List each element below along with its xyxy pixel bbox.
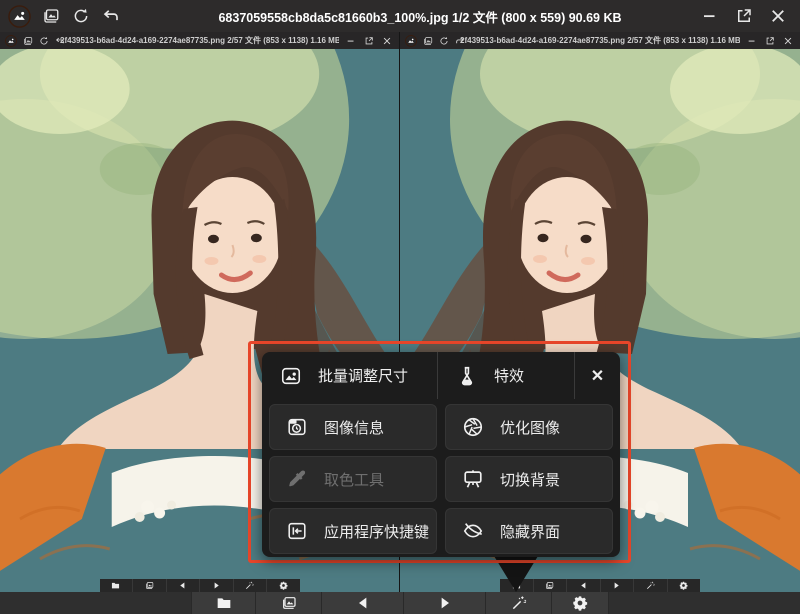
menu-item-label: 应用程序快捷键 — [324, 521, 429, 542]
open-folder-icon[interactable] — [100, 579, 134, 592]
menu-item-toggle-background[interactable]: 切换背景 — [445, 456, 613, 502]
browse-images-icon[interactable] — [133, 579, 167, 592]
menu-item-label: 隐藏界面 — [500, 521, 560, 542]
app-window: 6837059558cb8da5c81660b3_100%.jpg 1/2 文件… — [0, 0, 800, 614]
pane-right-title: 2f439513-b6ad-4d24-a169-2274ae87735.png … — [460, 35, 740, 46]
menu-item-optimize-image[interactable]: 优化图像 — [445, 404, 613, 450]
previous-image-button[interactable] — [321, 592, 403, 614]
previous-image-icon — [355, 595, 371, 611]
popup-header-row: 批量调整尺寸 特效 ✕ — [262, 352, 620, 399]
refresh-icon[interactable] — [38, 35, 49, 46]
next-image-icon[interactable] — [601, 579, 635, 592]
magic-wand-button[interactable] — [485, 592, 551, 614]
popout-icon[interactable] — [363, 35, 374, 46]
browse-images-icon — [281, 595, 297, 611]
next-image-icon[interactable] — [200, 579, 234, 592]
menu-item-label: 特效 — [494, 365, 524, 386]
magic-wand-icon — [511, 595, 527, 611]
image-info-icon — [285, 415, 309, 439]
popout-icon[interactable] — [764, 35, 775, 46]
open-folder-icon — [216, 595, 232, 611]
popup-menu-grid: 图像信息 优化图像 取色工具 切换背景 应用程序快捷键 隐藏界面 — [262, 399, 620, 561]
pane-left-titlebar: 2f439513-b6ad-4d24-a169-2274ae87735.png … — [0, 32, 399, 49]
pane-right-titlebar: 2f439513-b6ad-4d24-a169-2274ae87735.png … — [400, 32, 800, 49]
pane-right-controls — [746, 35, 795, 46]
settings-gear-icon[interactable] — [267, 579, 300, 592]
close-icon[interactable] — [768, 6, 788, 26]
minimize-icon[interactable] — [746, 35, 757, 46]
magic-wand-icon[interactable] — [634, 579, 668, 592]
menu-item-image-info[interactable]: 图像信息 — [269, 404, 437, 450]
refresh-icon[interactable] — [71, 6, 91, 26]
undo-icon[interactable] — [101, 6, 121, 26]
window-controls — [700, 6, 792, 26]
minimize-icon[interactable] — [700, 6, 720, 26]
main-titlebar: 6837059558cb8da5c81660b3_100%.jpg 1/2 文件… — [0, 0, 800, 32]
settings-gear-icon[interactable] — [668, 579, 701, 592]
settings-button[interactable] — [551, 592, 609, 614]
gallery-icon[interactable] — [41, 6, 61, 26]
eye-off-icon — [461, 519, 485, 543]
browse-images-button[interactable] — [255, 592, 321, 614]
app-logo-icon — [8, 5, 31, 28]
previous-image-icon[interactable] — [567, 579, 601, 592]
popup-tail-pointer — [494, 556, 538, 592]
previous-image-icon[interactable] — [167, 579, 201, 592]
aperture-icon — [461, 415, 485, 439]
menu-item-app-shortcuts[interactable]: 应用程序快捷键 — [269, 508, 437, 554]
easel-icon — [461, 467, 485, 491]
menu-item-batch-resize[interactable]: 批量调整尺寸 — [262, 352, 438, 399]
main-toolbar — [0, 592, 800, 614]
gallery-icon[interactable] — [22, 35, 33, 46]
magic-wand-icon[interactable] — [234, 579, 268, 592]
app-logo-icon — [5, 35, 17, 47]
app-logo-icon — [405, 35, 417, 47]
settings-gear-icon — [572, 595, 588, 611]
shortcut-key-icon — [285, 519, 309, 543]
popup-close-button[interactable]: ✕ — [575, 352, 620, 399]
titlebar-left-icons — [8, 5, 121, 28]
next-image-button[interactable] — [403, 592, 485, 614]
menu-item-color-picker: 取色工具 — [269, 456, 437, 502]
open-folder-button[interactable] — [191, 592, 255, 614]
menu-item-label: 切换背景 — [500, 469, 560, 490]
popout-icon[interactable] — [734, 6, 754, 26]
menu-item-label: 取色工具 — [324, 469, 384, 490]
browse-images-icon[interactable] — [534, 579, 568, 592]
pane-left-controls — [345, 35, 394, 46]
refresh-icon[interactable] — [438, 35, 449, 46]
menu-item-label: 图像信息 — [324, 417, 384, 438]
pane-left-toolbar — [100, 579, 300, 592]
gallery-icon[interactable] — [422, 35, 433, 46]
menu-item-label: 优化图像 — [500, 417, 560, 438]
window-title: 6837059558cb8da5c81660b3_100%.jpg 1/2 文件… — [150, 7, 690, 26]
pane-left-title: 2f439513-b6ad-4d24-a169-2274ae87735.png … — [60, 35, 339, 46]
eyedropper-icon — [285, 467, 309, 491]
next-image-icon — [437, 595, 453, 611]
menu-item-effects[interactable]: 特效 — [438, 352, 575, 399]
close-icon[interactable] — [381, 35, 392, 46]
close-icon[interactable] — [782, 35, 793, 46]
flask-icon — [455, 364, 479, 388]
menu-item-label: 批量调整尺寸 — [318, 365, 408, 386]
tools-popup-menu: 批量调整尺寸 特效 ✕ 图像信息 优化图像 取色工具 切换 — [262, 352, 620, 557]
resize-image-icon — [279, 364, 303, 388]
minimize-icon[interactable] — [345, 35, 356, 46]
menu-item-hide-interface[interactable]: 隐藏界面 — [445, 508, 613, 554]
